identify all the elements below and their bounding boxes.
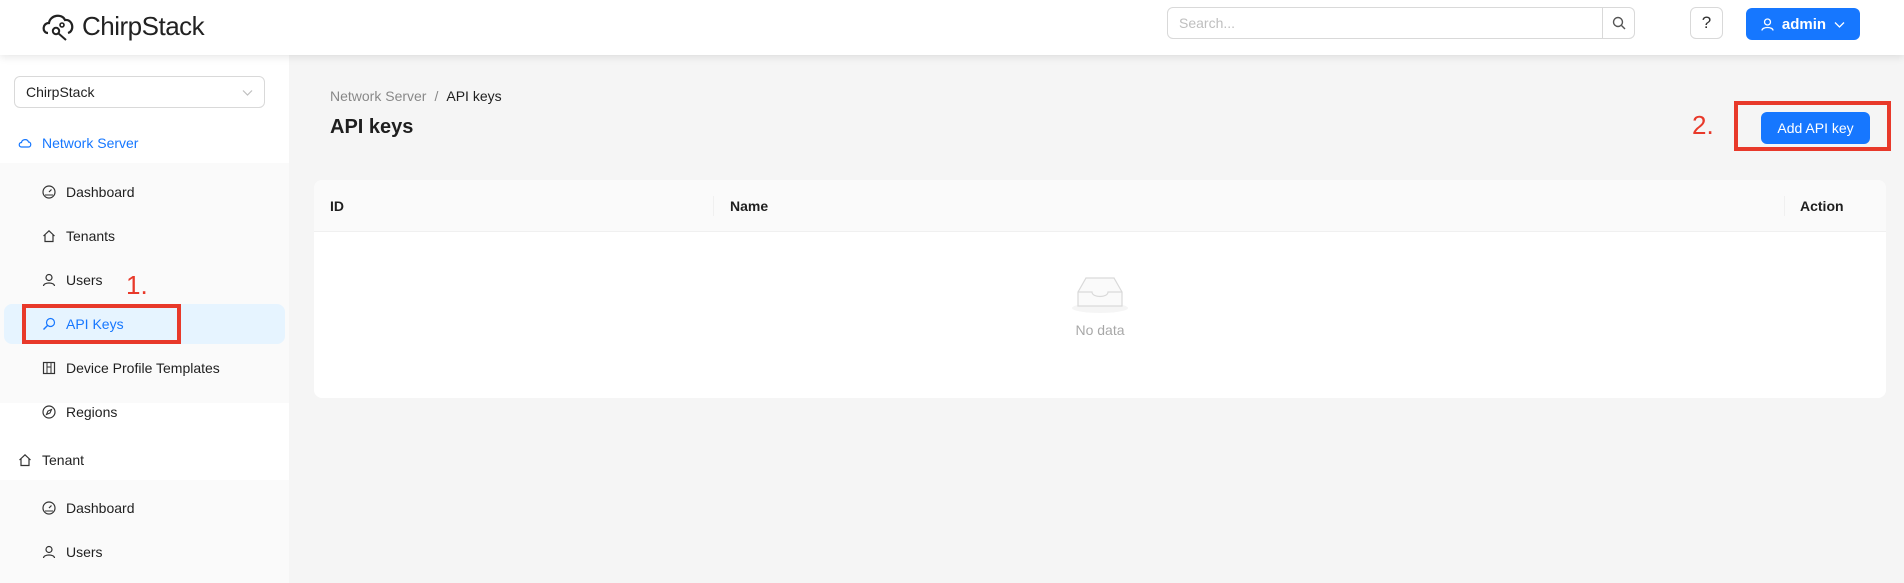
column-header-name: Name bbox=[730, 198, 769, 214]
sidebar-item-label: Tenants bbox=[66, 228, 116, 244]
sidebar-item-tenant-dashboard[interactable]: Dashboard bbox=[0, 488, 289, 528]
empty-text: No data bbox=[1075, 322, 1125, 338]
sidebar-item-label: Dashboard bbox=[66, 500, 135, 516]
breadcrumb-current: API keys bbox=[446, 88, 502, 104]
column-divider bbox=[713, 196, 714, 216]
annotation-label-step-1: 1. bbox=[126, 270, 148, 300]
sidebar-item-label: Users bbox=[66, 544, 103, 560]
menu-network-server[interactable]: Network Server bbox=[0, 123, 289, 163]
sidebar-item-label: Users bbox=[66, 272, 103, 288]
chirpstack-logo[interactable]: ChirpStack bbox=[40, 6, 205, 46]
search-bar bbox=[1167, 7, 1635, 39]
annotation-box-step-1 bbox=[22, 304, 181, 344]
help-icon: ? bbox=[1701, 13, 1712, 32]
chevron-down-icon bbox=[242, 89, 253, 96]
menu-tenant[interactable]: Tenant bbox=[0, 440, 289, 480]
breadcrumb-network-server[interactable]: Network Server bbox=[330, 88, 426, 104]
api-keys-table: ID Name Action No data bbox=[314, 180, 1886, 398]
user-icon bbox=[1761, 17, 1774, 31]
sidebar-item-regions[interactable]: Regions bbox=[0, 392, 289, 432]
column-header-id: ID bbox=[330, 198, 344, 214]
user-icon bbox=[42, 545, 56, 559]
chirpstack-logo-icon bbox=[42, 14, 74, 41]
top-header: ChirpStack ? admin bbox=[0, 0, 1904, 55]
cloud-icon bbox=[18, 136, 32, 150]
template-icon bbox=[42, 361, 56, 375]
search-input[interactable] bbox=[1167, 7, 1603, 39]
home-icon bbox=[18, 453, 32, 467]
menu-tenant-label: Tenant bbox=[42, 452, 85, 468]
sidebar-item-dashboard[interactable]: Dashboard bbox=[0, 172, 289, 212]
compass-icon bbox=[42, 405, 56, 419]
user-menu-button[interactable]: admin bbox=[1746, 8, 1860, 40]
column-header-action: Action bbox=[1800, 198, 1844, 214]
tenant-select[interactable]: ChirpStack bbox=[14, 76, 265, 108]
sidebar-item-device-profile-templates[interactable]: Device Profile Templates bbox=[0, 348, 289, 388]
dashboard-icon bbox=[42, 185, 56, 199]
sidebar-item-tenant-users[interactable]: Users bbox=[0, 532, 289, 572]
sidebar-item-label: Dashboard bbox=[66, 184, 135, 200]
sidebar-item-label: Regions bbox=[66, 404, 118, 420]
app-name: ChirpStack bbox=[82, 10, 205, 41]
search-icon bbox=[1612, 16, 1625, 30]
empty-inbox-icon bbox=[1072, 277, 1128, 313]
empty-state: No data bbox=[314, 272, 1886, 338]
page-title: API keys bbox=[330, 116, 414, 138]
home-icon bbox=[42, 229, 56, 243]
tenant-select-value: ChirpStack bbox=[26, 84, 95, 100]
breadcrumb-separator: / bbox=[434, 88, 439, 104]
sidebar-item-tenants[interactable]: Tenants bbox=[0, 216, 289, 256]
annotation-label-step-2: 2. bbox=[1692, 110, 1714, 140]
dashboard-icon bbox=[42, 501, 56, 515]
user-name: admin bbox=[1781, 15, 1827, 33]
help-button[interactable]: ? bbox=[1690, 7, 1723, 39]
breadcrumb: Network Server / API keys bbox=[330, 88, 502, 104]
sidebar-item-label: Device Profile Templates bbox=[66, 360, 220, 376]
user-icon bbox=[42, 273, 56, 287]
table-header: ID Name Action bbox=[314, 180, 1886, 232]
search-button[interactable] bbox=[1603, 7, 1635, 39]
menu-network-server-label: Network Server bbox=[42, 135, 139, 151]
chevron-down-icon bbox=[1834, 21, 1845, 28]
annotation-box-step-2 bbox=[1734, 101, 1891, 151]
column-divider bbox=[1784, 196, 1785, 216]
